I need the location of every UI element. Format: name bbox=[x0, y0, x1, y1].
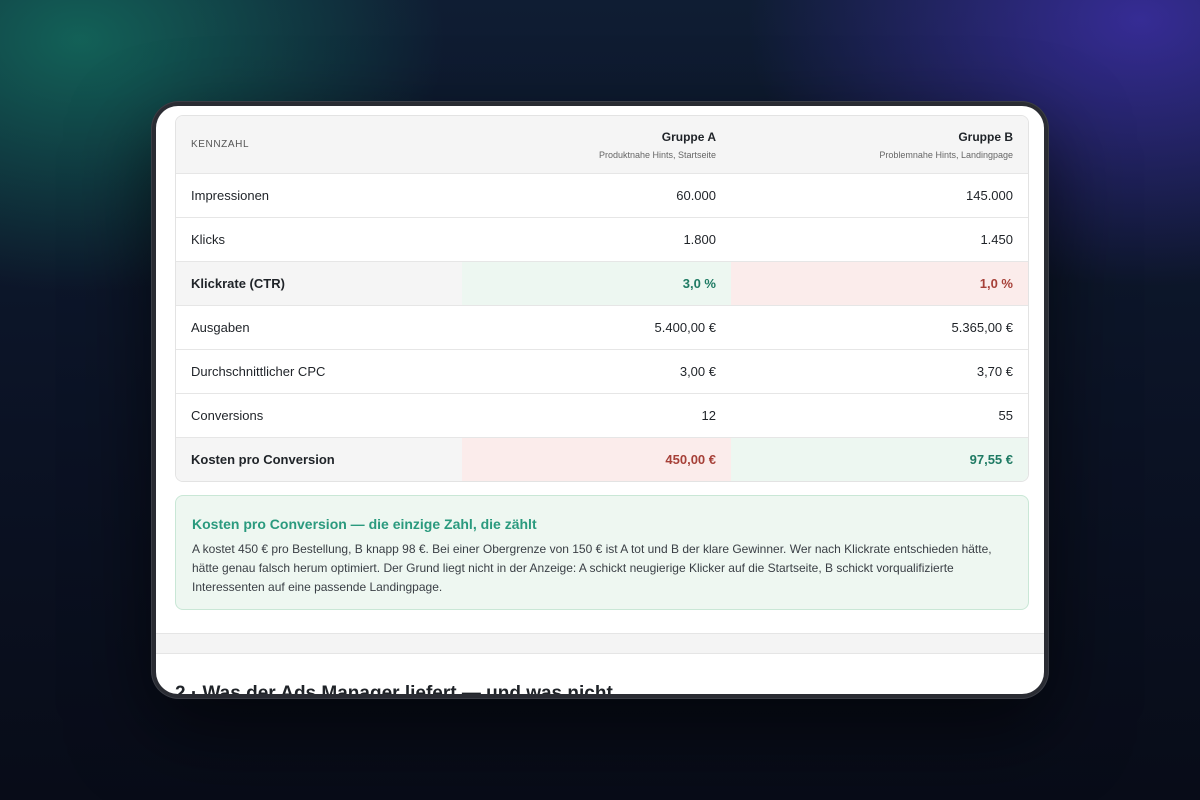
table-row-cpc: Durchschnittlicher CPC 3,00 € 3,70 € bbox=[176, 349, 1028, 393]
comparison-table: KENNZAHL Gruppe A Produktnahe Hints, Sta… bbox=[175, 115, 1029, 482]
section-heading: 2 · Was der Ads Manager liefert — und wa… bbox=[175, 683, 613, 694]
group-a-value: 3,0 % bbox=[462, 262, 731, 305]
group-b-value: 3,70 € bbox=[976, 364, 1013, 379]
group-b-subtitle: Problemnahe Hints, Landingpage bbox=[879, 149, 1013, 160]
insight-title: Kosten pro Conversion — die einzige Zahl… bbox=[192, 516, 537, 532]
metric-column-header: KENNZAHL bbox=[191, 139, 250, 150]
table-row-clicks: Klicks 1.800 1.450 bbox=[176, 217, 1028, 261]
table-header: KENNZAHL Gruppe A Produktnahe Hints, Sta… bbox=[176, 116, 1028, 173]
group-a-value: 1.800 bbox=[683, 232, 716, 247]
metric-label: Klicks bbox=[191, 232, 225, 247]
group-b-value: 5.365,00 € bbox=[951, 320, 1013, 335]
insight-text: A kostet 450 € pro Bestellung, B knapp 9… bbox=[192, 542, 992, 594]
section-divider bbox=[156, 633, 1044, 654]
group-a-title: Gruppe A bbox=[661, 129, 716, 144]
table-row-spend: Ausgaben 5.400,00 € 5.365,00 € bbox=[176, 305, 1028, 349]
table-row-ctr: Klickrate (CTR) 3,0 % 1,0 % bbox=[176, 261, 1028, 305]
group-b-value: 55 bbox=[998, 408, 1013, 423]
table-row-cost-per-conversion: Kosten pro Conversion 450,00 € 97,55 € bbox=[176, 437, 1028, 481]
group-a-value: 60.000 bbox=[676, 188, 716, 203]
metric-label: Klickrate (CTR) bbox=[176, 262, 462, 305]
group-b-title: Gruppe B bbox=[958, 129, 1013, 144]
group-a-subtitle: Produktnahe Hints, Startseite bbox=[598, 149, 716, 160]
metric-label: Durchschnittlicher CPC bbox=[191, 364, 326, 379]
metric-label: Ausgaben bbox=[191, 320, 250, 335]
group-a-value: 12 bbox=[701, 408, 716, 423]
metric-label: Kosten pro Conversion bbox=[176, 438, 462, 481]
table-row-conversions: Conversions 12 55 bbox=[176, 393, 1028, 437]
group-a-value: 3,00 € bbox=[679, 364, 716, 379]
insight-callout: Kosten pro Conversion — die einzige Zahl… bbox=[175, 495, 1029, 610]
table-row-impressions: Impressionen 60.000 145.000 bbox=[176, 173, 1028, 217]
group-b-value: 1.450 bbox=[980, 232, 1013, 247]
group-a-value: 450,00 € bbox=[462, 438, 731, 481]
group-b-value: 1,0 % bbox=[731, 262, 1028, 305]
tablet-frame: KENNZAHL Gruppe A Produktnahe Hints, Sta… bbox=[151, 101, 1049, 699]
tablet-screen: KENNZAHL Gruppe A Produktnahe Hints, Sta… bbox=[156, 106, 1044, 694]
group-a-value: 5.400,00 € bbox=[654, 320, 716, 335]
metric-label: Conversions bbox=[191, 408, 264, 423]
group-b-column-header: Gruppe B Problemnahe Hints, Landingpage bbox=[731, 116, 1028, 173]
group-b-value: 97,55 € bbox=[731, 438, 1028, 481]
metric-label: Impressionen bbox=[191, 188, 270, 203]
group-a-column-header: Gruppe A Produktnahe Hints, Startseite bbox=[462, 116, 731, 173]
group-b-value: 145.000 bbox=[966, 188, 1013, 203]
